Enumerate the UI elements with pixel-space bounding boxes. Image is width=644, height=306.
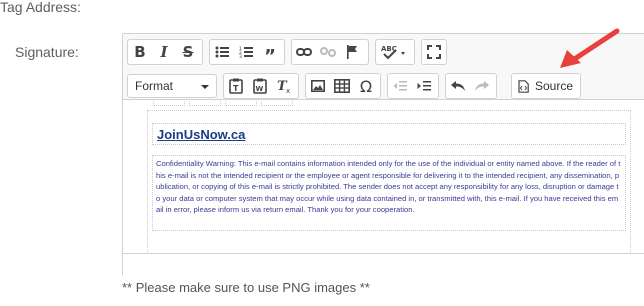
maximize-icon[interactable]	[422, 40, 446, 64]
editor-status-bar	[123, 255, 644, 276]
redo-icon[interactable]	[470, 74, 494, 98]
paste-word-icon[interactable]: W	[248, 74, 272, 98]
spellcheck-group: ABC	[375, 39, 415, 65]
confidentiality-disclaimer: Confidentiality Warning: This e-mail con…	[156, 159, 621, 214]
paste-text-icon[interactable]: T	[224, 74, 248, 98]
link-group	[291, 39, 369, 65]
svg-text:x: x	[286, 87, 290, 94]
document-group: Source	[511, 73, 581, 99]
spellcheck-icon[interactable]: ABC	[376, 40, 414, 64]
svg-text:T: T	[233, 84, 239, 93]
signature-table: JoinUsNow.ca Confidentiality Warning: Th…	[147, 110, 631, 253]
signature-label: Signature:	[15, 44, 79, 60]
remove-format-icon[interactable]: Tx	[272, 74, 296, 98]
source-icon	[518, 79, 529, 93]
bold-icon[interactable]: B	[128, 40, 152, 64]
special-char-icon[interactable]: Ω	[354, 74, 378, 98]
insert-group: Ω	[305, 73, 381, 99]
list-group: 123 ”	[209, 39, 285, 67]
editor-content-area[interactable]: JoinUsNow.ca Confidentiality Warning: Th…	[123, 100, 644, 254]
svg-text:W: W	[256, 85, 264, 93]
bulleted-list-icon[interactable]	[210, 40, 234, 64]
png-note: ** Please make sure to use PNG images **	[122, 280, 370, 295]
history-group	[445, 73, 497, 99]
indent-icon[interactable]	[412, 74, 436, 98]
undo-icon[interactable]	[446, 74, 470, 98]
outdent-icon[interactable]	[388, 74, 412, 98]
signature-link[interactable]: JoinUsNow.ca	[157, 127, 245, 142]
blockquote-icon[interactable]: ”	[258, 40, 282, 67]
source-button[interactable]: Source	[512, 74, 579, 98]
italic-icon[interactable]: I	[152, 40, 176, 64]
image-icon[interactable]	[306, 74, 330, 98]
svg-text:3: 3	[239, 54, 242, 58]
strikethrough-icon[interactable]: S	[176, 40, 200, 64]
chevron-down-icon	[201, 85, 209, 89]
format-dropdown-label: Format	[135, 79, 174, 93]
format-dropdown[interactable]: Format	[127, 74, 217, 98]
tag-address-label: Tag Address:	[0, 0, 81, 15]
basic-styles-group: B I S	[127, 39, 203, 65]
disclaimer-cell: Confidentiality Warning: This e-mail con…	[152, 155, 626, 231]
link-icon[interactable]	[292, 40, 316, 64]
table-cells-top	[153, 100, 293, 106]
anchor-icon[interactable]	[340, 40, 364, 64]
tools-group	[421, 39, 447, 65]
numbered-list-icon[interactable]: 123	[234, 40, 258, 64]
clipboard-group: T W Tx	[223, 73, 299, 99]
indent-group	[387, 73, 439, 99]
source-button-label: Source	[535, 79, 574, 93]
signature-link-cell: JoinUsNow.ca	[152, 123, 626, 145]
red-arrow-annotation	[560, 28, 620, 68]
unlink-icon[interactable]	[316, 40, 340, 64]
table-icon[interactable]	[330, 74, 354, 98]
